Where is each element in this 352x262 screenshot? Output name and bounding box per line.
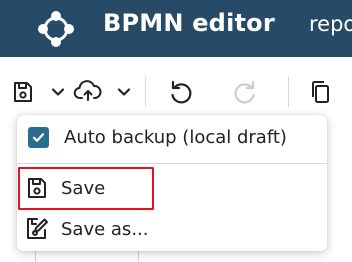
hub-logo-icon[interactable]: [34, 7, 78, 51]
toolbar-separator: [145, 77, 146, 107]
auto-backup-checkbox[interactable]: [28, 126, 49, 148]
chevron-down-icon: [51, 88, 65, 96]
cloud-menu-toggle[interactable]: [112, 79, 136, 105]
nav-link-repo[interactable]: repo: [309, 12, 352, 36]
auto-backup-label: Auto backup (local draft): [64, 126, 287, 148]
save-menu-toggle[interactable]: [46, 79, 70, 105]
undo-icon: [171, 80, 192, 104]
menu-divider: [17, 163, 327, 164]
app-title: BPMN editor: [103, 9, 275, 37]
save-icon: [14, 82, 32, 102]
save-as-edit-icon: [27, 218, 48, 239]
cloud-upload-button[interactable]: [71, 76, 105, 106]
copy-button[interactable]: [305, 76, 335, 108]
save-button[interactable]: [8, 77, 38, 107]
save-highlight-box: [18, 167, 154, 210]
undo-button[interactable]: [165, 76, 197, 108]
check-icon: [32, 132, 45, 142]
chevron-down-icon: [117, 88, 131, 96]
toolbar-separator: [288, 77, 289, 107]
app-header: BPMN editor repo: [0, 0, 352, 57]
menu-item-auto-backup[interactable]: Auto backup (local draft): [17, 117, 327, 157]
redo-icon: [234, 80, 255, 104]
menu-item-save-as[interactable]: Save as...: [17, 209, 327, 249]
save-as-label: Save as...: [61, 218, 149, 240]
redo-button[interactable]: [229, 76, 261, 108]
cloud-upload-icon: [73, 80, 102, 101]
copy-icon: [312, 81, 329, 103]
save-dropdown-menu: Auto backup (local draft) Save Save as..…: [17, 115, 327, 251]
